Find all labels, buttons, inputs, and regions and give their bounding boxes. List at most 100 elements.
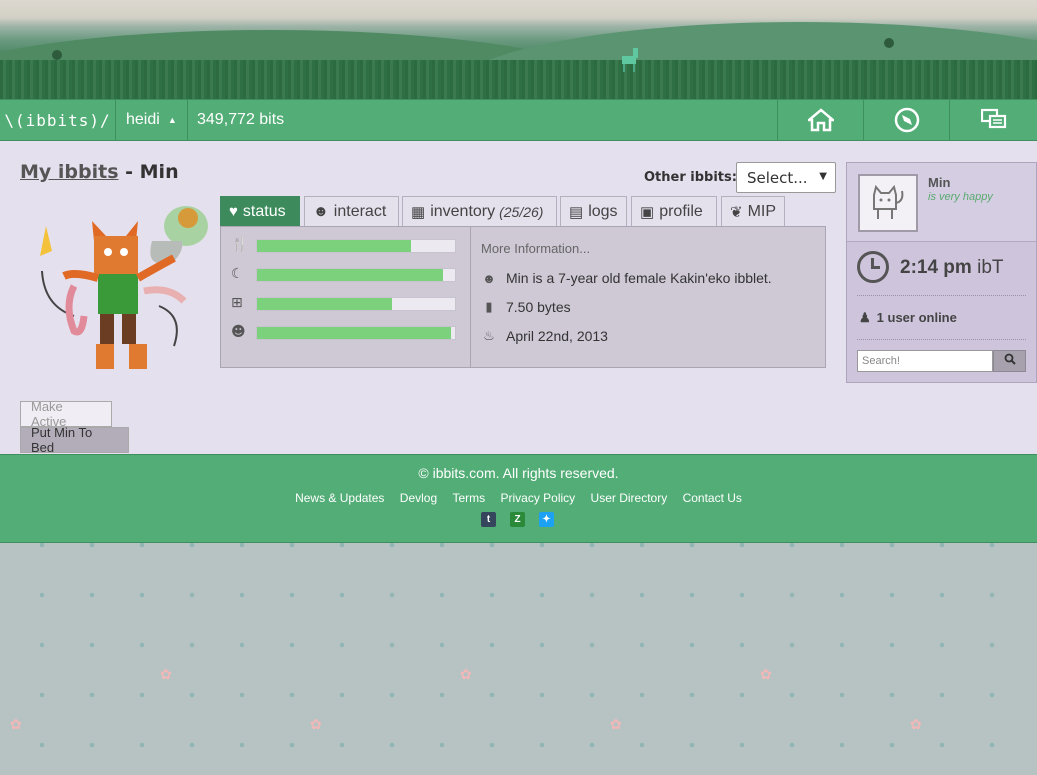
username: heidi [126,111,160,128]
background-flower: ✿ [910,717,922,733]
site-logo[interactable]: \(ibbits)/ [0,100,116,140]
footer-link-news[interactable]: News & Updates [295,491,384,505]
tab-label: profile [659,202,703,220]
moon-icon: ☾ [231,266,244,282]
stat-hunger: 🍴 [231,237,461,257]
pet-icon: ☻ [313,203,329,220]
happiness-bar-fill [257,327,452,339]
tab-label: interact [333,202,387,220]
pet-title-name: - Min [118,161,179,183]
pet-avatar[interactable] [858,174,918,232]
profile-icon: ▣ [640,203,655,221]
banner-grass [0,60,1037,99]
divider [857,339,1026,340]
chevron-down-icon: ▼ [819,171,827,182]
footer-link-contact[interactable]: Contact Us [683,491,742,505]
fork-knife-icon: 🍴 [231,237,249,253]
info-birthday: ♨ April 22nd, 2013 [481,327,608,345]
devlog-icon[interactable]: Z [510,512,525,527]
background-flower: ✿ [10,717,22,733]
twitter-icon[interactable]: ✦ [539,512,554,527]
tab-status[interactable]: ♥ status [220,196,300,226]
ibbits-time: 2:14 pm ibT [900,257,1004,279]
energy-bar [256,268,456,282]
hunger-bar [256,239,456,253]
smile-icon: ☻ [231,324,246,340]
social-links: t Z ✦ [481,512,554,527]
ruler-icon: ▮ [485,299,493,314]
home-button[interactable] [777,100,863,140]
page-title: My ibbits - Min [20,161,179,183]
tab-label: logs [588,202,618,220]
user-menu[interactable]: heidi ▲ [116,100,188,140]
users-online-text: 1 user online [876,310,957,325]
time-zone: ibT [977,257,1004,278]
tab-interact[interactable]: ☻ interact [304,196,399,226]
caret-up-icon: ▲ [167,115,177,125]
info-birthday-text: April 22nd, 2013 [506,328,608,344]
explore-button[interactable] [863,100,949,140]
top-navbar: \(ibbits)/ heidi ▲ 349,772 bits [0,99,1037,141]
tab-inventory[interactable]: ▦ inventory (25/26) [402,196,557,226]
inventory-count: (25/26) [499,203,544,220]
chat-icon [980,108,1006,129]
divider [857,295,1026,296]
active-pet-mood: is very happy [928,191,993,203]
my-ibbits-link[interactable]: My ibbits [20,161,119,183]
users-online[interactable]: ♟ 1 user online [859,310,957,326]
bits-balance: 349,772 bits [197,111,285,128]
stat-health: ⊞ [231,295,461,315]
select-value: Select... [747,168,808,187]
info-size-text: 7.50 bytes [506,299,571,315]
footer-links: News & Updates Devlog Terms Privacy Poli… [0,491,1037,505]
home-icon [807,108,834,132]
other-ibbits-label: Other ibbits: [644,170,737,185]
search-icon [1004,353,1016,365]
footer-link-directory[interactable]: User Directory [591,491,668,505]
messages-button[interactable] [949,100,1037,140]
health-icon: ⊞ [231,295,243,311]
put-to-bed-button[interactable]: Put Min To Bed [20,425,129,455]
search-input[interactable]: Search! [857,350,993,372]
inventory-icon: ▦ [411,203,426,221]
status-panel: 🍴 ☾ ⊞ ☻ More Information... ☻ Min is a 7-… [220,226,826,368]
health-bar [256,297,456,311]
tab-label: MIP [747,202,777,220]
paw-icon: ❦ [730,203,743,221]
other-ibbits-select[interactable]: Select... ▼ [736,162,836,193]
footer: © ibbits.com. All rights reserved. News … [0,454,1037,543]
stat-happiness: ☻ [231,324,461,344]
stat-bars: 🍴 ☾ ⊞ ☻ [221,227,471,367]
main-content: My ibbits - Min Other ibbits: Select... … [0,141,1037,455]
logs-icon: ▤ [569,203,584,221]
footer-link-devlog[interactable]: Devlog [400,491,437,505]
make-active-button[interactable]: Make Active [20,399,112,429]
pet-info: More Information... ☻ Min is a 7-year old… [471,227,825,367]
tab-label: inventory [430,202,496,220]
active-pet-name[interactable]: Min [928,175,950,190]
banner-tree [52,50,62,60]
tab-profile[interactable]: ▣ profile [631,196,717,226]
info-description: ☻ Min is a 7-year old female Kakin'eko ib… [481,269,772,287]
user-icon: ♟ [859,310,871,325]
time-value: 2:14 pm [900,257,972,278]
more-information-link[interactable]: More Information... [481,241,590,256]
pet-image [40,206,208,369]
tab-label: status [242,202,286,220]
tumblr-icon[interactable]: t [481,512,496,527]
clock-icon [857,251,889,283]
happiness-bar [256,326,456,340]
search-button[interactable] [993,350,1026,372]
cake-icon: ♨ [483,328,495,343]
tab-logs[interactable]: ▤ logs [560,196,627,226]
footer-link-terms[interactable]: Terms [452,491,485,505]
background-flower: ✿ [760,667,772,683]
banner-tree [884,38,894,48]
tab-mip[interactable]: ❦ MIP [721,196,785,226]
background-flower: ✿ [460,667,472,683]
pet-icon: ☻ [482,270,496,286]
banner-pony [622,48,638,72]
header-banner [0,0,1037,99]
background-flower: ✿ [310,717,322,733]
footer-link-privacy[interactable]: Privacy Policy [501,491,576,505]
